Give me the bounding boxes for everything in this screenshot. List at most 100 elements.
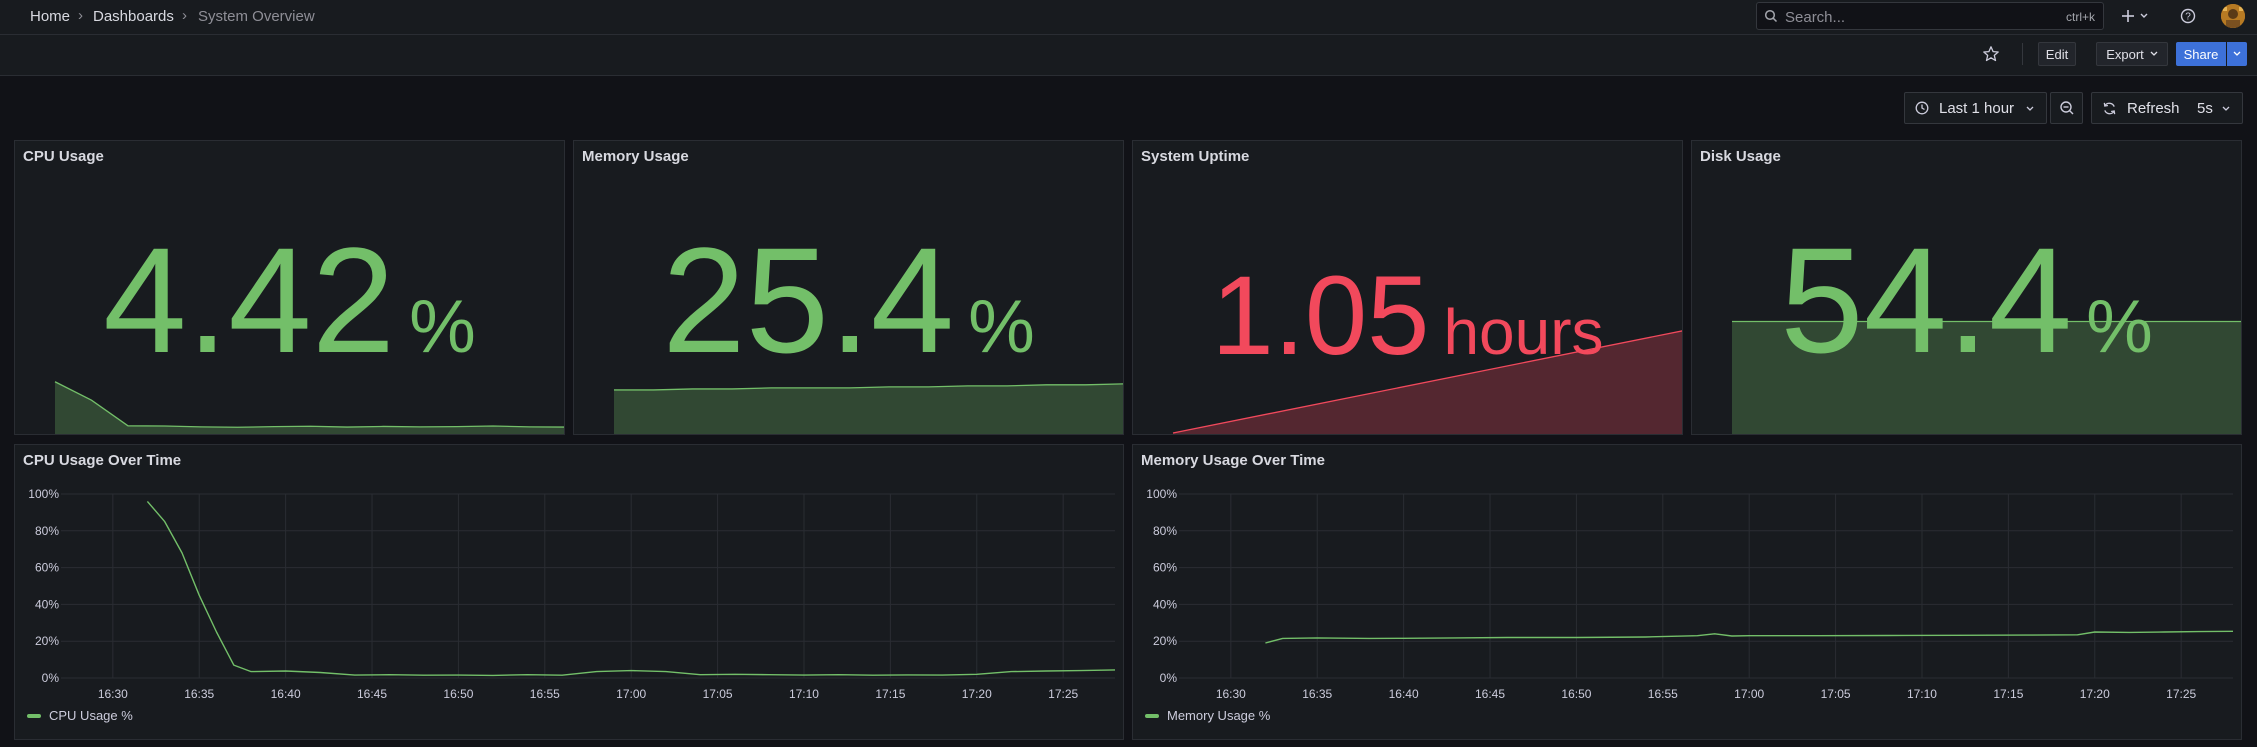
stat-value-display: 54.4% — [1692, 225, 2241, 375]
refresh-icon — [2103, 102, 2116, 114]
x-tick-label: 16:45 — [357, 687, 387, 701]
stat-unit: % — [2086, 284, 2153, 368]
refresh-button-label: Refresh — [2127, 99, 2180, 117]
top-navbar: Home › Dashboards › System Overview ctrl… — [0, 0, 2257, 35]
stat-value: 4.42 — [103, 216, 396, 384]
x-tick-label: 17:20 — [962, 687, 992, 701]
chevron-down-icon — [2222, 106, 2230, 111]
x-tick-label: 16:50 — [443, 687, 473, 701]
x-tick-label: 16:45 — [1475, 687, 1505, 701]
svg-text:?: ? — [2185, 12, 2191, 23]
search-shortcut-hint: ctrl+k — [2065, 10, 2095, 24]
chevron-down-icon — [2026, 106, 2034, 111]
plus-icon — [2122, 10, 2148, 22]
panel-cpu-usage[interactable]: CPU Usage 4.42% — [14, 140, 565, 435]
help-button[interactable]: ? — [2178, 6, 2198, 26]
timeseries-chart: 0% 20% 40% 60% 80% 100% 16:30 16:35 16:40 16:45 16… — [1146, 487, 2234, 701]
stat-unit: % — [409, 284, 476, 368]
time-range-picker[interactable]: Last 1 hour — [1904, 92, 2047, 124]
help-icon: ? — [2180, 8, 2196, 24]
search-icon — [1764, 9, 1778, 23]
x-tick-label: 17:25 — [1048, 687, 1078, 701]
legend-color-swatch — [1145, 713, 1159, 718]
stat-unit: % — [968, 284, 1035, 368]
search-input[interactable] — [1783, 7, 2037, 27]
breadcrumb-separator-icon: › — [182, 7, 187, 24]
toolbar-divider — [2022, 43, 2023, 65]
stat-value: 25.4 — [662, 216, 955, 384]
dashboard-toolbar: Edit Export Share — [0, 35, 2257, 76]
export-button[interactable]: Export — [2096, 42, 2168, 66]
x-tick-label: 17:00 — [1734, 687, 1764, 701]
star-button[interactable] — [1981, 44, 2001, 64]
x-tick-label: 16:40 — [271, 687, 301, 701]
timeseries-chart: 0% 20% 40% 60% 80% 100% 16:30 16:35 16:40 16:45 16… — [28, 487, 1116, 701]
y-tick-label: 100% — [1146, 487, 1177, 501]
star-icon — [1983, 46, 1999, 62]
share-options-button[interactable] — [2227, 42, 2247, 66]
breadcrumb-current-page: System Overview — [198, 8, 315, 25]
y-tick-label: 60% — [1153, 561, 1177, 575]
zoom-out-button[interactable] — [2050, 92, 2083, 124]
y-tick-label: 80% — [1153, 524, 1177, 538]
time-range-label: Last 1 hour — [1939, 99, 2015, 117]
refresh-interval-label: 5s — [2197, 99, 2213, 117]
export-button-label: Export — [2106, 46, 2144, 62]
breadcrumb-home[interactable]: Home — [30, 8, 70, 25]
panel-memory-usage-over-time[interactable]: Memory Usage Over Time 0% 20% 40% 60% 80% 100… — [1132, 444, 2242, 740]
avatar-icon — [2221, 4, 2245, 28]
stat-value-display: 25.4% — [574, 225, 1123, 375]
x-tick-label: 16:55 — [530, 687, 560, 701]
user-avatar[interactable] — [2221, 4, 2245, 28]
panel-cpu-usage-over-time[interactable]: CPU Usage Over Time 0% 20% 40% 60% 80% 100% 16… — [14, 444, 1124, 740]
refresh-picker[interactable]: Refresh 5s — [2091, 92, 2243, 124]
chevron-down-icon — [2233, 51, 2241, 56]
clock-icon — [1915, 101, 1929, 115]
x-tick-label: 16:35 — [1302, 687, 1332, 701]
sparkline-area — [614, 383, 1123, 434]
x-tick-label: 16:40 — [1389, 687, 1419, 701]
legend-color-swatch — [27, 713, 41, 718]
zoom-out-icon — [2059, 101, 2073, 115]
panel-disk-usage[interactable]: Disk Usage 54.4% — [1691, 140, 2242, 435]
legend-series-label: CPU Usage % — [49, 708, 133, 723]
x-tick-label: 17:25 — [2166, 687, 2196, 701]
y-tick-label: 40% — [35, 597, 59, 611]
y-tick-label: 80% — [35, 524, 59, 538]
x-tick-label: 17:00 — [616, 687, 646, 701]
y-tick-label: 60% — [35, 561, 59, 575]
y-tick-label: 100% — [28, 487, 59, 501]
x-tick-label: 17:10 — [789, 687, 819, 701]
chevron-down-icon — [2150, 51, 2158, 56]
edit-button[interactable]: Edit — [2038, 42, 2076, 66]
x-tick-label: 17:15 — [875, 687, 905, 701]
add-new-button[interactable] — [2118, 5, 2154, 27]
stat-unit: hours — [1443, 296, 1604, 368]
stat-value-display: 4.42% — [15, 225, 564, 375]
search-box[interactable]: ctrl+k — [1756, 2, 2104, 30]
y-tick-label: 20% — [35, 634, 59, 648]
x-tick-label: 17:10 — [1907, 687, 1937, 701]
x-tick-label: 16:50 — [1561, 687, 1591, 701]
x-tick-label: 16:35 — [184, 687, 214, 701]
y-tick-label: 0% — [42, 671, 60, 685]
chart-legend[interactable]: Memory Usage % — [1145, 708, 1270, 723]
sparkline-line — [54, 381, 564, 428]
x-tick-label: 17:20 — [2080, 687, 2110, 701]
x-tick-label: 16:55 — [1648, 687, 1678, 701]
breadcrumb-dashboards[interactable]: Dashboards — [93, 8, 174, 25]
legend-series-label: Memory Usage % — [1167, 708, 1271, 723]
y-tick-label: 0% — [1160, 671, 1178, 685]
breadcrumb-separator-icon: › — [78, 7, 83, 24]
panel-memory-usage[interactable]: Memory Usage 25.4% — [573, 140, 1124, 435]
chart-legend[interactable]: CPU Usage % — [27, 708, 133, 723]
stat-value: 1.05 — [1211, 253, 1430, 378]
x-tick-label: 17:15 — [1993, 687, 2023, 701]
stat-value: 54.4 — [1780, 216, 2073, 384]
share-button[interactable]: Share — [2176, 42, 2226, 66]
x-tick-label: 17:05 — [703, 687, 733, 701]
panel-system-uptime[interactable]: System Uptime 1.05 hours — [1132, 140, 1683, 435]
x-tick-label: 16:30 — [98, 687, 128, 701]
y-tick-label: 20% — [1153, 634, 1177, 648]
x-tick-label: 17:05 — [1821, 687, 1851, 701]
